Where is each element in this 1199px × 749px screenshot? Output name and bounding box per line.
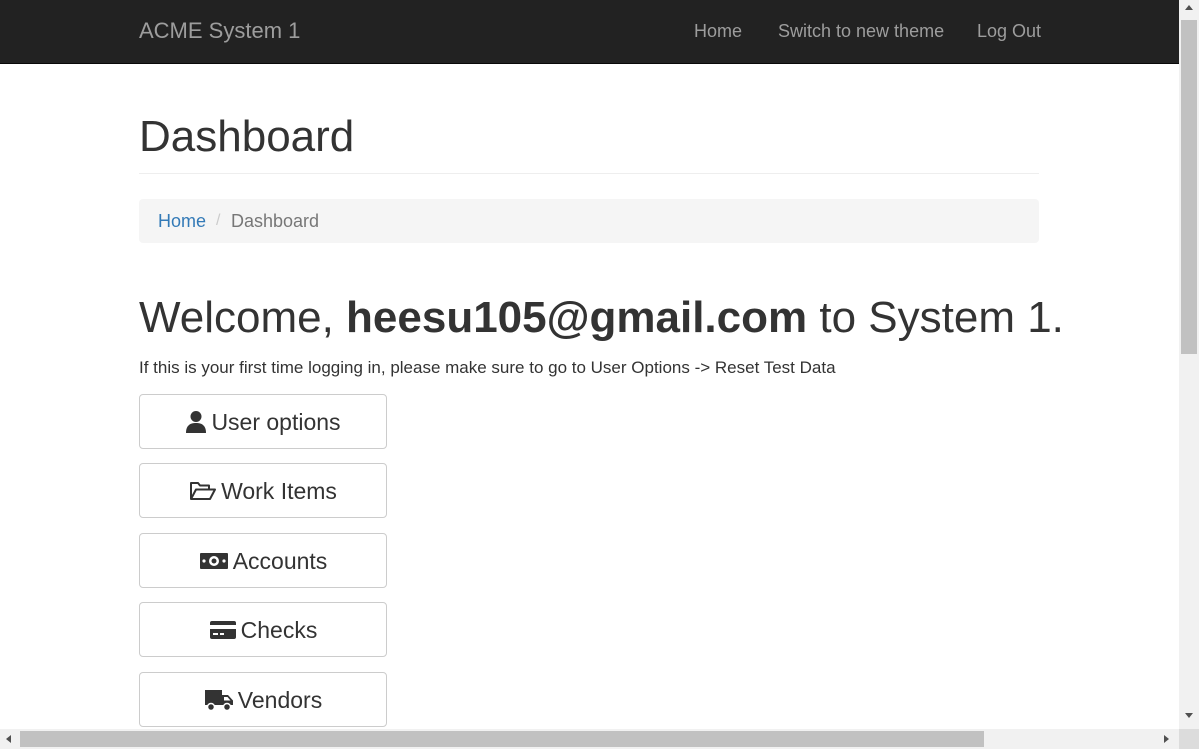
- scroll-left-arrow-icon[interactable]: [6, 735, 11, 743]
- user-options-button[interactable]: User options: [139, 394, 387, 449]
- welcome-user-email: heesu105@gmail.com: [346, 293, 808, 342]
- nav-switch-theme-link[interactable]: Switch to new theme: [778, 21, 944, 41]
- truck-icon: [204, 688, 234, 712]
- checks-label: Checks: [240, 616, 318, 643]
- folder-open-icon: [189, 480, 217, 502]
- brand-link[interactable]: ACME System 1: [139, 18, 300, 44]
- scroll-up-arrow-icon[interactable]: [1185, 5, 1193, 10]
- money-icon: [199, 551, 229, 571]
- vendors-label: Vendors: [237, 686, 323, 713]
- first-login-notice: If this is your first time logging in, p…: [139, 358, 836, 377]
- vertical-scrollbar[interactable]: [1179, 0, 1199, 729]
- top-navbar: ACME System 1 Home Switch to new theme L…: [0, 0, 1179, 64]
- breadcrumb-home-link[interactable]: Home: [158, 211, 206, 231]
- accounts-label: Accounts: [232, 547, 328, 574]
- work-items-label: Work Items: [221, 477, 337, 504]
- user-icon: [185, 410, 207, 434]
- horizontal-scrollbar[interactable]: [0, 729, 1179, 749]
- nav-home-link[interactable]: Home: [694, 21, 742, 41]
- welcome-prefix: Welcome,: [139, 293, 347, 342]
- breadcrumb-separator: /: [216, 212, 221, 229]
- breadcrumb: Home / Dashboard: [139, 199, 1039, 243]
- breadcrumb-current: Dashboard: [231, 211, 320, 231]
- title-divider: [139, 173, 1039, 174]
- welcome-heading: Welcome, heesu105@gmail.com to System 1.: [139, 292, 1064, 344]
- scroll-right-arrow-icon[interactable]: [1164, 735, 1169, 743]
- vertical-scroll-thumb[interactable]: [1181, 20, 1197, 354]
- nav-logout-link[interactable]: Log Out: [977, 21, 1041, 41]
- scroll-down-arrow-icon[interactable]: [1185, 713, 1193, 718]
- scrollbar-corner: [1179, 729, 1199, 749]
- user-options-label: User options: [211, 408, 341, 435]
- vendors-button[interactable]: Vendors: [139, 672, 387, 727]
- credit-card-icon: [209, 620, 237, 640]
- page-title: Dashboard: [139, 112, 355, 161]
- welcome-suffix: to System 1.: [807, 293, 1064, 342]
- horizontal-scroll-thumb[interactable]: [20, 731, 984, 747]
- checks-button[interactable]: Checks: [139, 602, 387, 657]
- accounts-button[interactable]: Accounts: [139, 533, 387, 588]
- work-items-button[interactable]: Work Items: [139, 463, 387, 518]
